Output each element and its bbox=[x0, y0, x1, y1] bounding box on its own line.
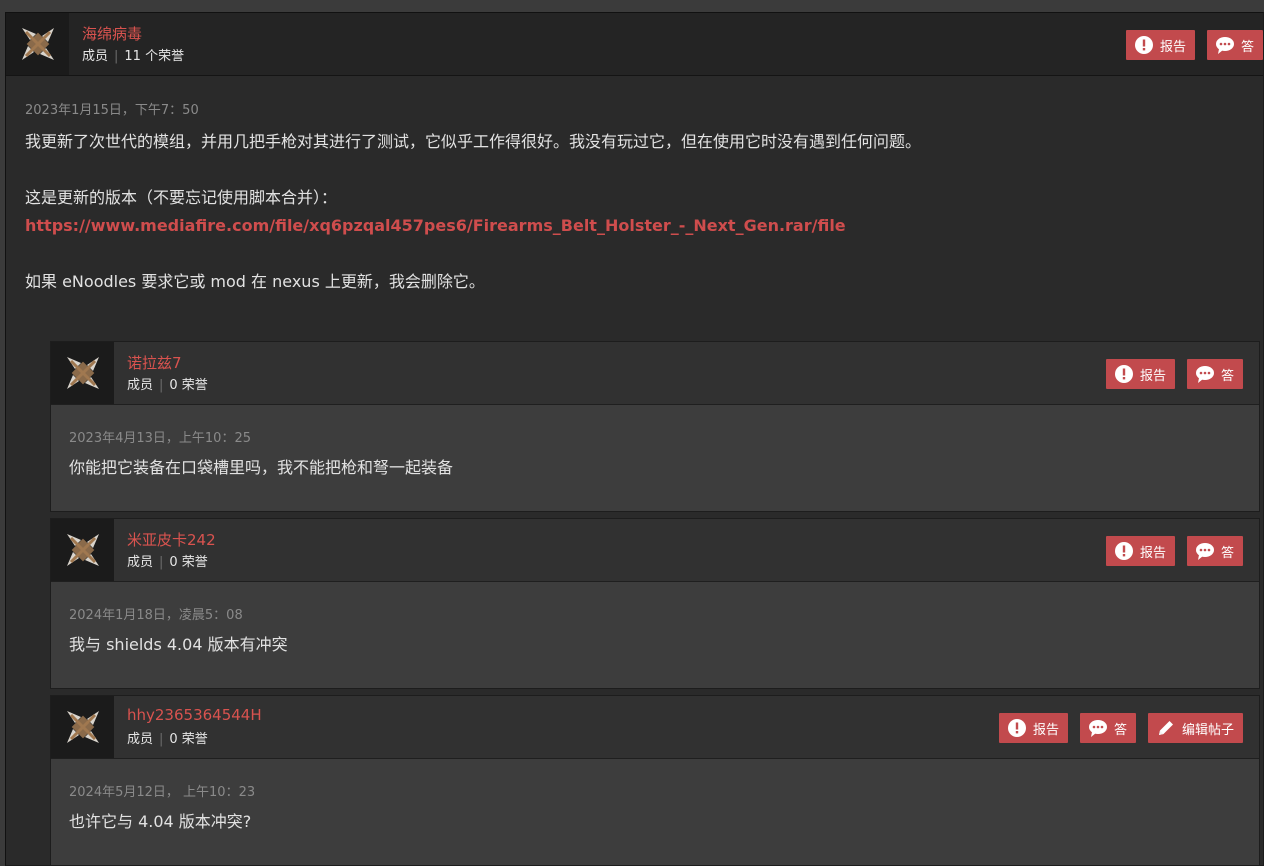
report-button[interactable]: 报告 bbox=[1105, 359, 1175, 389]
user-kudos: 11 个荣誉 bbox=[124, 49, 185, 64]
comment-actions: 报告 答 bbox=[1105, 536, 1243, 566]
pencil-icon bbox=[1158, 721, 1173, 735]
user-meta: 成员 | 0 荣誉 bbox=[127, 728, 208, 747]
reply-button[interactable]: 答 bbox=[1206, 30, 1263, 60]
avatar[interactable] bbox=[51, 696, 114, 758]
comment-header: hhy2365364544H 成员 | 0 荣誉 报告 答 编辑帖子 bbox=[51, 696, 1259, 759]
username[interactable]: 诺拉兹7 bbox=[127, 352, 182, 373]
reply-button[interactable]: 答 bbox=[1186, 359, 1243, 389]
reply-label: 答 bbox=[1220, 368, 1234, 384]
speech-bubble-icon bbox=[1088, 720, 1107, 737]
reply-comment: hhy2365364544H 成员 | 0 荣誉 报告 答 编辑帖子 2024年5月… bbox=[50, 695, 1260, 866]
comment-header: 海绵病毒 成员 | 11 个荣誉 报告 答 bbox=[6, 13, 1263, 76]
meta-divider: | bbox=[159, 378, 164, 393]
avatar[interactable] bbox=[51, 342, 114, 404]
comment-body: 2023年1月15日，下午7：50 我更新了次世代的模组，并用几把手枪对其进行了… bbox=[6, 77, 1263, 296]
report-label: 报告 bbox=[1159, 39, 1186, 55]
user-kudos: 0 荣誉 bbox=[169, 732, 208, 747]
comment-actions: 报告 答 bbox=[1105, 359, 1243, 389]
download-link[interactable]: https://www.mediafire.com/file/xq6pzqal4… bbox=[25, 212, 1244, 240]
comment-text-line: 这是更新的版本（不要忘记使用脚本合并）： bbox=[25, 188, 338, 207]
exclamation-circle-icon bbox=[1114, 542, 1133, 560]
comment-body: 2024年5月12日， 上午10：23 也许它与 4.04 版本冲突? bbox=[51, 759, 1259, 836]
username[interactable]: 米亚皮卡242 bbox=[127, 529, 216, 550]
user-role: 成员 bbox=[127, 378, 154, 393]
reply-button[interactable]: 答 bbox=[1186, 536, 1243, 566]
top-strip bbox=[0, 0, 1264, 12]
reply-comment: 米亚皮卡242 成员 | 0 荣誉 报告 答 2024年1月18日，凌晨5：08 我… bbox=[50, 518, 1260, 689]
nexus-logo-icon bbox=[60, 528, 105, 572]
user-meta: 成员 | 11 个荣誉 bbox=[82, 45, 184, 64]
report-label: 报告 bbox=[1032, 722, 1059, 738]
reply-label: 答 bbox=[1220, 545, 1234, 561]
comment-actions: 报告 答 编辑帖子 bbox=[998, 713, 1243, 743]
edit-post-label: 编辑帖子 bbox=[1181, 722, 1234, 738]
comment-body: 2024年1月18日，凌晨5：08 我与 shields 4.04 版本有冲突 bbox=[51, 582, 1259, 659]
nexus-logo-icon bbox=[60, 705, 105, 749]
reply-comment: 诺拉兹7 成员 | 0 荣誉 报告 答 2023年4月13日，上午10：25 你能把… bbox=[50, 341, 1260, 512]
username[interactable]: hhy2365364544H bbox=[127, 706, 262, 724]
comment-text-line: 我更新了次世代的模组，并用几把手枪对其进行了测试，它似乎工作得很好。我没有玩过它… bbox=[25, 132, 922, 151]
meta-divider: | bbox=[159, 555, 164, 570]
exclamation-circle-icon bbox=[1007, 719, 1026, 737]
avatar[interactable] bbox=[51, 519, 114, 581]
speech-bubble-icon bbox=[1195, 366, 1214, 383]
user-role: 成员 bbox=[127, 555, 154, 570]
comment-text: 你能把它装备在口袋槽里吗，我不能把枪和弩一起装备 bbox=[69, 458, 454, 477]
meta-divider: | bbox=[159, 732, 164, 747]
comment-header: 诺拉兹7 成员 | 0 荣誉 报告 答 bbox=[51, 342, 1259, 405]
comment-text: 我与 shields 4.04 版本有冲突 bbox=[69, 635, 288, 654]
reply-label: 答 bbox=[1113, 722, 1127, 738]
user-meta: 成员 | 0 荣誉 bbox=[127, 374, 208, 393]
user-kudos: 0 荣誉 bbox=[169, 555, 208, 570]
speech-bubble-icon bbox=[1195, 543, 1214, 560]
report-button[interactable]: 报告 bbox=[1105, 536, 1175, 566]
comment-body: 2023年4月13日，上午10：25 你能把它装备在口袋槽里吗，我不能把枪和弩一… bbox=[51, 405, 1259, 482]
avatar[interactable] bbox=[6, 13, 69, 75]
report-button[interactable]: 报告 bbox=[1125, 30, 1195, 60]
nexus-logo-icon bbox=[15, 22, 60, 66]
report-label: 报告 bbox=[1139, 545, 1166, 561]
user-kudos: 0 荣誉 bbox=[169, 378, 208, 393]
user-meta: 成员 | 0 荣誉 bbox=[127, 551, 208, 570]
reply-label: 答 bbox=[1240, 39, 1254, 55]
nexus-logo-icon bbox=[60, 351, 105, 395]
comment-actions: 报告 答 bbox=[1125, 30, 1263, 60]
user-role: 成员 bbox=[82, 49, 109, 64]
comment-date: 2023年1月15日，下午7：50 bbox=[25, 103, 199, 118]
reply-button[interactable]: 答 bbox=[1079, 713, 1136, 743]
report-button[interactable]: 报告 bbox=[998, 713, 1068, 743]
report-label: 报告 bbox=[1139, 368, 1166, 384]
exclamation-circle-icon bbox=[1134, 36, 1153, 54]
comment-date: 2023年4月13日，上午10：25 bbox=[69, 431, 251, 446]
comment-text: 也许它与 4.04 版本冲突? bbox=[69, 812, 252, 831]
speech-bubble-icon bbox=[1215, 37, 1234, 54]
exclamation-circle-icon bbox=[1114, 365, 1133, 383]
comment-text-line: 如果 eNoodles 要求它或 mod 在 nexus 上更新，我会删除它。 bbox=[25, 272, 485, 291]
username[interactable]: 海绵病毒 bbox=[82, 23, 142, 44]
edit-post-button[interactable]: 编辑帖子 bbox=[1147, 713, 1243, 743]
comment-header: 米亚皮卡242 成员 | 0 荣誉 报告 答 bbox=[51, 519, 1259, 582]
comment-date: 2024年5月12日， 上午10：23 bbox=[69, 785, 256, 800]
comment-date: 2024年1月18日，凌晨5：08 bbox=[69, 608, 243, 623]
user-role: 成员 bbox=[127, 732, 154, 747]
meta-divider: | bbox=[114, 49, 119, 64]
